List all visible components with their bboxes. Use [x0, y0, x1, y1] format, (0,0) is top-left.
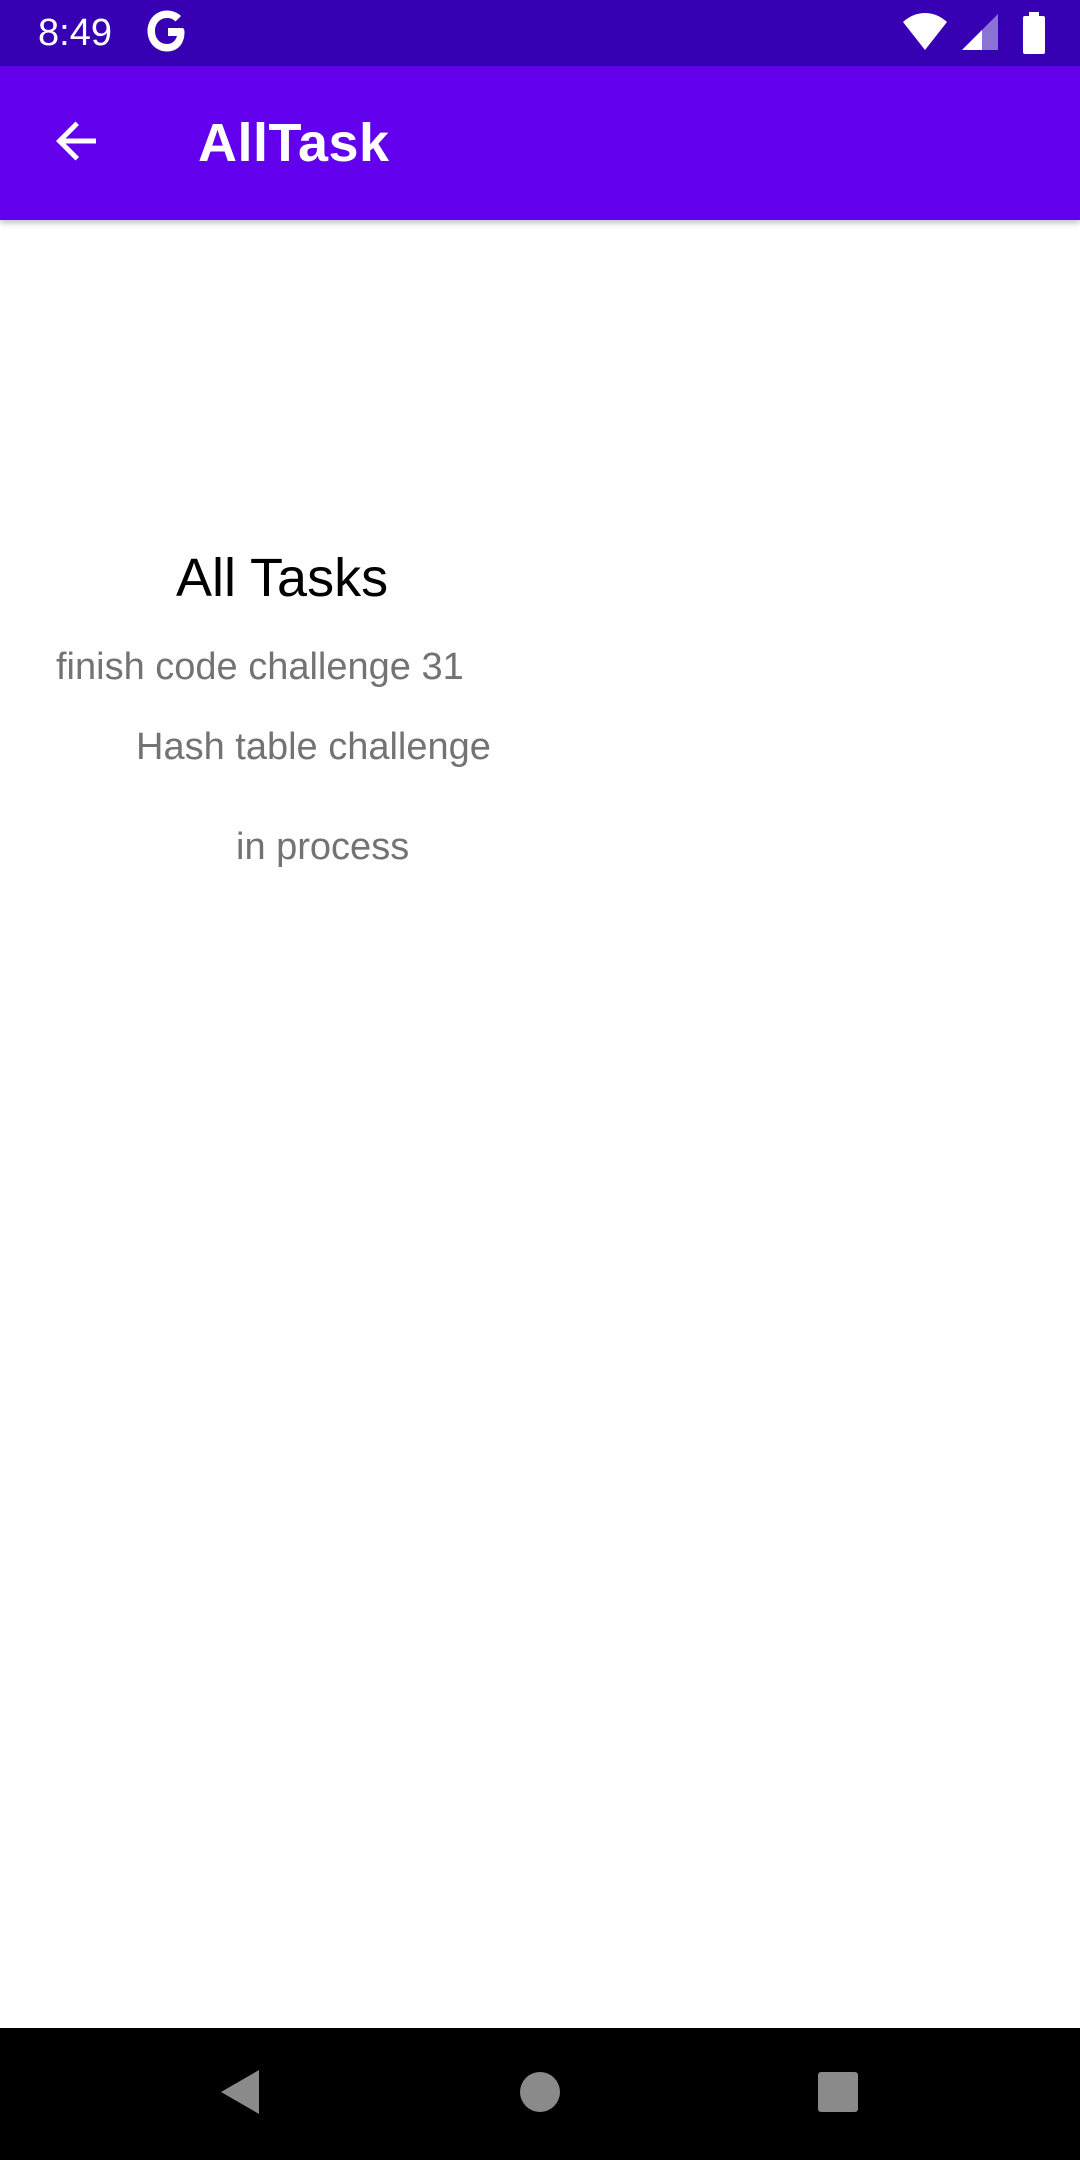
app-title: AllTask [198, 113, 390, 173]
arrow-back-icon [52, 117, 100, 170]
nav-back-button[interactable] [208, 2062, 272, 2126]
nav-home-button[interactable] [508, 2062, 572, 2126]
task-body: Hash table challenge [136, 726, 491, 768]
google-icon [146, 6, 190, 56]
page-heading: All Tasks [176, 548, 389, 608]
status-time: 8:49 [38, 12, 112, 54]
recents-square-icon [817, 2071, 859, 2118]
task-state: in process [236, 826, 410, 868]
status-bar: 8:49 [0, 0, 1080, 66]
nav-recents-button[interactable] [806, 2062, 870, 2126]
task-title: finish code challenge 31 [56, 646, 464, 688]
back-triangle-icon [217, 2068, 263, 2121]
home-circle-icon [518, 2070, 562, 2119]
system-nav-bar [0, 2028, 1080, 2160]
task-detail-content: All Tasks finish code challenge 31 Hash … [0, 220, 1080, 2028]
app-bar: AllTask [0, 66, 1080, 220]
back-button[interactable] [36, 110, 116, 176]
